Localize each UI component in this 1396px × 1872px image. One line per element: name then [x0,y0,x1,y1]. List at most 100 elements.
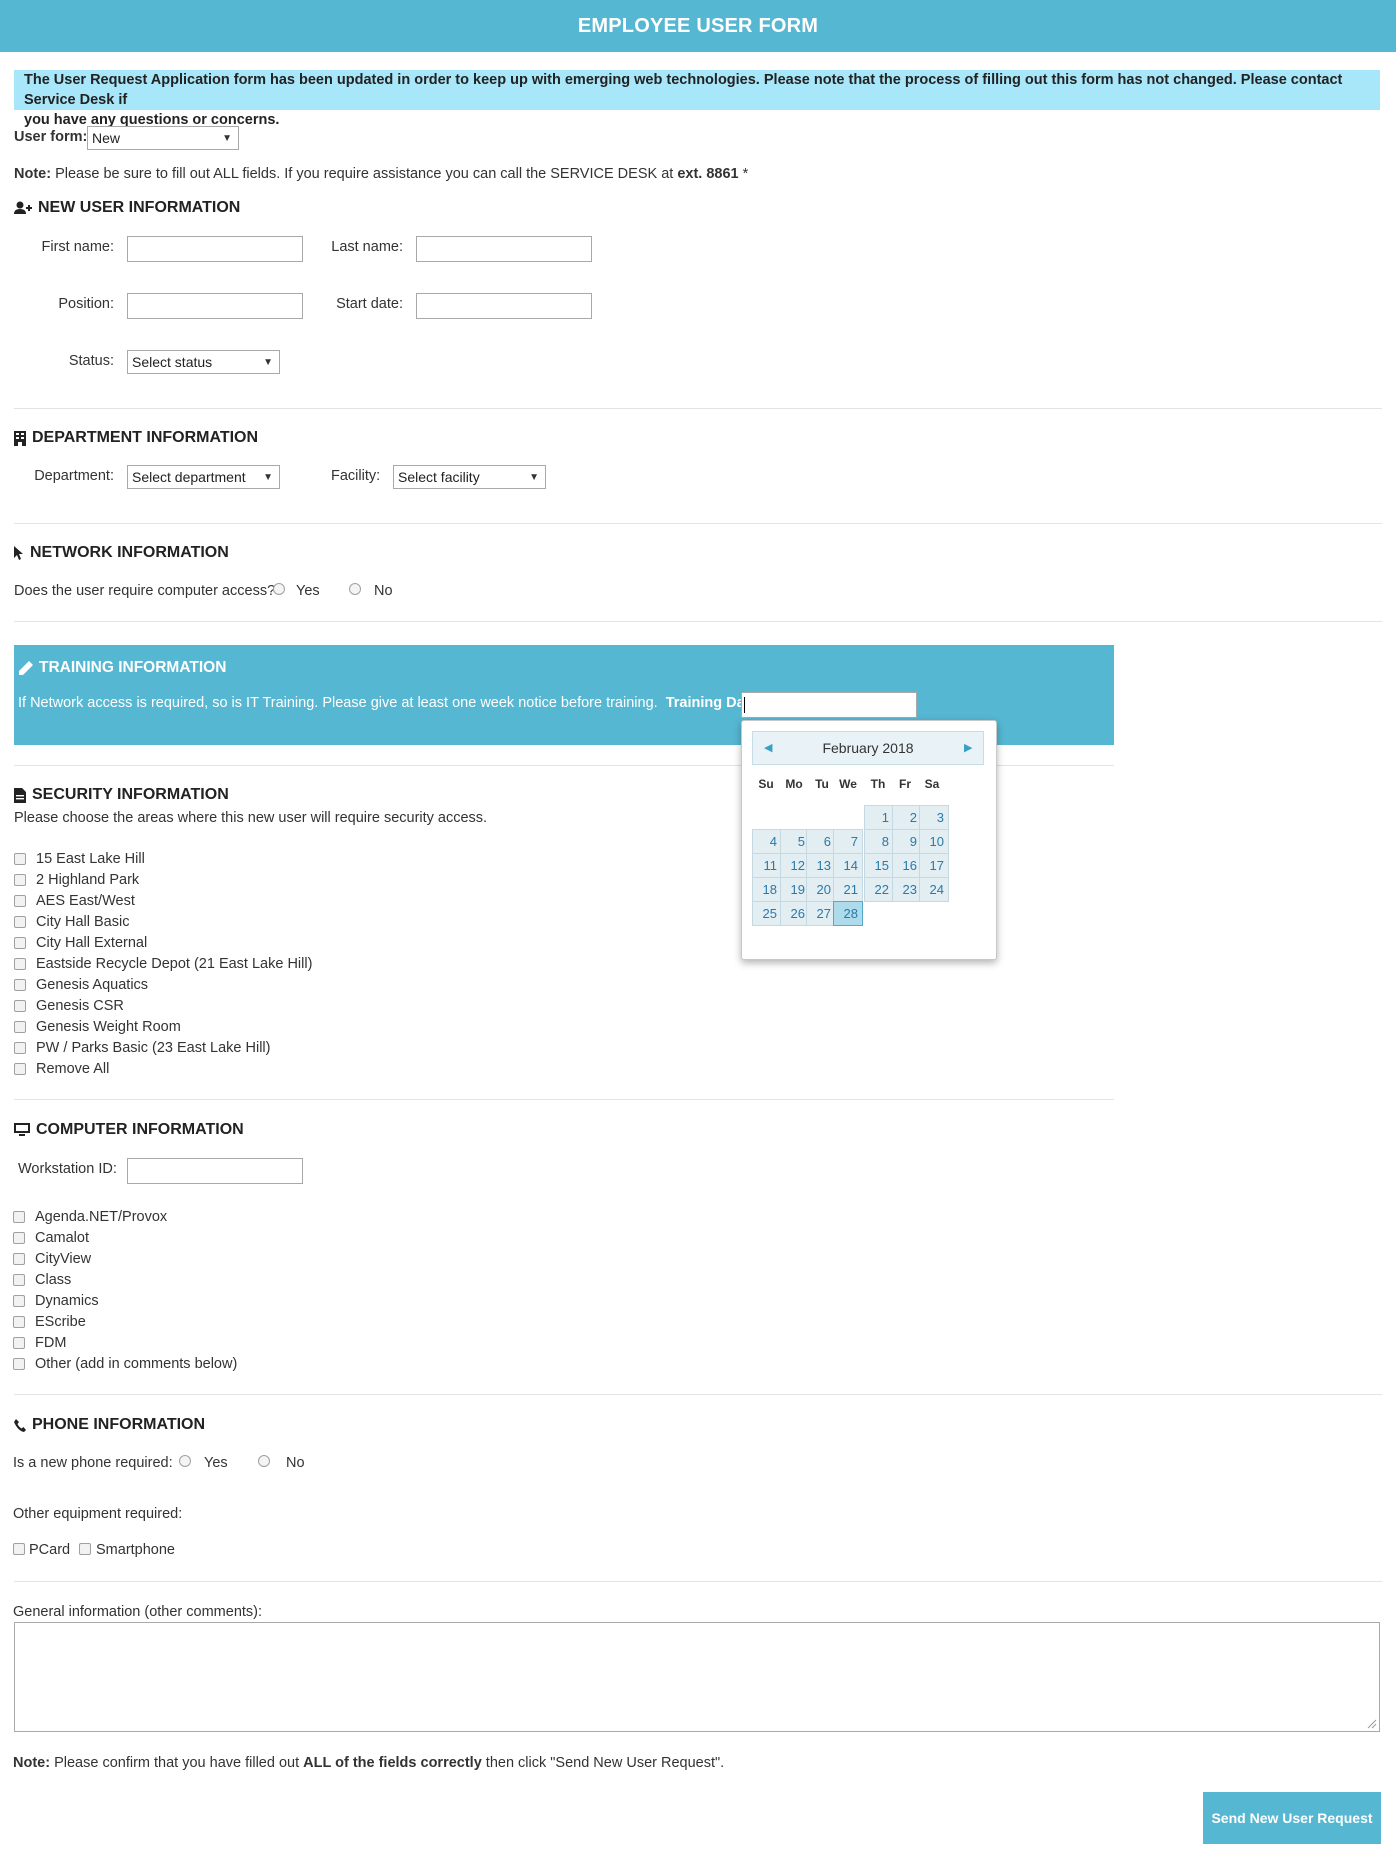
calendar-day[interactable]: 14 [833,853,863,878]
security-area-checkbox[interactable] [14,1000,26,1012]
document-icon [14,787,26,803]
phone-icon [14,1418,26,1432]
security-area-label: City Hall External [36,935,148,951]
calendar-day[interactable]: 28 [833,901,863,926]
calendar-day[interactable]: 22 [864,877,894,902]
department-select[interactable]: Select department ▼ [127,465,280,489]
calendar-day[interactable]: 10 [919,829,949,854]
building-icon [14,430,26,446]
calendar-day[interactable]: 23 [892,877,922,902]
application-checkbox[interactable] [13,1337,25,1349]
status-select[interactable]: Select status ▼ [127,350,280,374]
calendar-day[interactable]: 3 [919,805,949,830]
calendar-day[interactable]: 2 [892,805,922,830]
phone-title-text: PHONE INFORMATION [32,1416,206,1433]
calendar-day[interactable]: 16 [892,853,922,878]
calendar-day[interactable]: 6 [806,829,836,854]
facility-label: Facility: [331,468,381,484]
calendar-day[interactable]: 20 [806,877,836,902]
calendar-day[interactable]: 7 [833,829,863,854]
department-value: Select department [132,469,246,485]
divider [14,523,1382,524]
training-text: If Network access is required, so is IT … [18,695,658,711]
application-checkbox[interactable] [13,1211,25,1223]
security-area-checkbox[interactable] [14,895,26,907]
user-form-select[interactable]: New ▼ [87,126,239,150]
security-area-label: PW / Parks Basic (23 East Lake Hill) [36,1040,271,1056]
workstation-id-label: Workstation ID: [18,1161,117,1177]
computer-access-yes-label: Yes [296,583,320,599]
computer-access-question: Does the user require computer access? [14,583,276,599]
last-name-label: Last name: [331,239,403,255]
security-area-checkbox[interactable] [14,853,26,865]
prev-month-arrow-icon[interactable]: ◀ [764,741,772,754]
application-checkbox[interactable] [13,1253,25,1265]
resize-handle-icon[interactable] [1367,1719,1377,1729]
computer-section-title: COMPUTER INFORMATION [14,1121,244,1139]
status-label: Status: [68,353,114,369]
add-user-icon [14,201,32,215]
position-input[interactable] [127,293,303,319]
workstation-id-input[interactable] [127,1158,303,1184]
note-bottom-text-1: Please confirm that you have filled out [54,1755,300,1771]
calendar-day[interactable]: 13 [806,853,836,878]
comments-label: General information (other comments): [13,1604,263,1620]
note-top-prefix: Note: [14,166,52,182]
application-label: Class [35,1272,72,1288]
calendar-day[interactable]: 27 [806,901,836,926]
calendar-day[interactable]: 24 [919,877,949,902]
first-name-input[interactable] [127,236,303,262]
application-label: Dynamics [35,1293,99,1309]
security-area-label: Genesis Aquatics [36,977,149,993]
note-bottom-prefix: Note: [13,1755,51,1771]
application-checkbox[interactable] [13,1232,25,1244]
application-checkbox[interactable] [13,1316,25,1328]
security-area-label: Genesis CSR [36,998,124,1014]
calendar-day[interactable]: 18 [752,877,782,902]
security-area-label: Genesis Weight Room [36,1019,181,1035]
training-section-title: TRAINING INFORMATION [19,659,226,677]
calendar-day[interactable]: 4 [752,829,782,854]
computer-access-no-radio[interactable] [349,583,361,595]
pcard-checkbox[interactable] [13,1543,25,1555]
application-label: Other (add in comments below) [35,1356,238,1372]
calendar-day[interactable]: 8 [864,829,894,854]
application-checkbox[interactable] [13,1295,25,1307]
security-area-label: 2 Highland Park [36,872,140,888]
network-section-title: NETWORK INFORMATION [14,544,229,562]
divider [14,1394,1382,1395]
security-area-checkbox[interactable] [14,916,26,928]
next-month-arrow-icon[interactable]: ▶ [964,741,972,754]
calendar-day[interactable]: 11 [752,853,782,878]
calendar-day[interactable]: 1 [864,805,894,830]
security-area-checkbox[interactable] [14,979,26,991]
security-area-label: AES East/West [36,893,135,909]
comments-textarea[interactable] [14,1622,1380,1732]
security-area-checkbox[interactable] [14,1042,26,1054]
calendar-day[interactable]: 17 [919,853,949,878]
application-checkbox[interactable] [13,1358,25,1370]
security-area-checkbox[interactable] [14,1063,26,1075]
network-title-text: NETWORK INFORMATION [30,544,229,561]
training-date-input[interactable] [741,692,917,718]
facility-select[interactable]: Select facility ▼ [393,465,546,489]
application-checkbox[interactable] [13,1274,25,1286]
new-phone-no-radio[interactable] [258,1455,270,1467]
divider [14,408,1382,409]
security-area-checkbox[interactable] [14,1021,26,1033]
smartphone-checkbox[interactable] [79,1543,91,1555]
send-new-user-request-button[interactable]: Send New User Request [1203,1792,1381,1844]
start-date-input[interactable] [416,293,592,319]
application-label: EScribe [35,1314,86,1330]
last-name-input[interactable] [416,236,592,262]
new-phone-yes-radio[interactable] [179,1455,191,1467]
security-area-checkbox[interactable] [14,958,26,970]
calendar-day[interactable]: 25 [752,901,782,926]
security-area-checkbox[interactable] [14,874,26,886]
calendar-day[interactable]: 15 [864,853,894,878]
calendar-day[interactable]: 9 [892,829,922,854]
calendar-day[interactable]: 21 [833,877,863,902]
chevron-down-icon: ▼ [529,472,539,483]
security-area-checkbox[interactable] [14,937,26,949]
computer-access-yes-radio[interactable] [273,583,285,595]
